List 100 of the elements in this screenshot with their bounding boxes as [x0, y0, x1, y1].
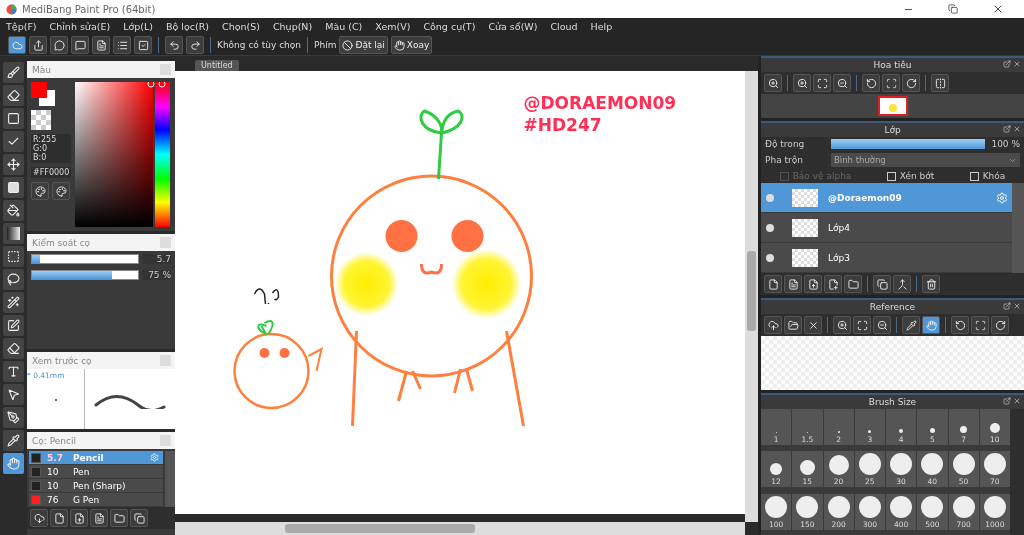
- brush-item[interactable]: 10 Pen: [29, 465, 163, 479]
- visibility-icon[interactable]: [766, 253, 774, 262]
- wand-tool[interactable]: [3, 292, 24, 313]
- fit-icon[interactable]: [853, 316, 871, 334]
- rect-tool[interactable]: [3, 108, 24, 129]
- zoom-out-icon[interactable]: [873, 316, 891, 334]
- eraser-tool[interactable]: [3, 85, 24, 106]
- menu-item[interactable]: Bộ lọc(R): [165, 21, 209, 32]
- share-icon[interactable]: [29, 36, 47, 54]
- menu-item[interactable]: Lớp(L): [123, 21, 153, 32]
- download-icon[interactable]: [30, 509, 48, 527]
- close-icon[interactable]: [992, 3, 1004, 15]
- brush-item[interactable]: 5.7 Pencil: [29, 451, 163, 465]
- restore-icon[interactable]: [948, 4, 958, 14]
- menu-item[interactable]: Xem(V): [375, 21, 411, 32]
- brush-tool[interactable]: [3, 62, 24, 83]
- checklist-icon[interactable]: [134, 36, 152, 54]
- selecteraser-tool[interactable]: [3, 338, 24, 359]
- undo-icon[interactable]: [165, 36, 183, 54]
- layer-row[interactable]: Lớp4: [761, 213, 1012, 243]
- folder-icon[interactable]: [110, 509, 128, 527]
- comment-icon[interactable]: [71, 36, 89, 54]
- menu-item[interactable]: Help: [590, 21, 613, 32]
- rotate-right-icon[interactable]: [902, 74, 920, 92]
- slider-track[interactable]: [31, 254, 139, 264]
- list-icon[interactable]: [113, 36, 131, 54]
- blend-dropdown[interactable]: Bình thường: [831, 153, 1020, 167]
- zoom-icon[interactable]: [764, 74, 782, 92]
- popout-icon[interactable]: [1003, 125, 1011, 133]
- move-tool[interactable]: [3, 154, 24, 175]
- reset-button[interactable]: Đặt lại: [339, 36, 388, 54]
- vertical-scrollbar[interactable]: [745, 71, 758, 522]
- scrollbar[interactable]: [1012, 183, 1024, 273]
- lasso-tool[interactable]: [3, 269, 24, 290]
- menu-item[interactable]: Cloud: [550, 21, 578, 32]
- select-tool[interactable]: [3, 246, 24, 267]
- file-icon[interactable]: [50, 509, 68, 527]
- add-file-icon[interactable]: [70, 509, 88, 527]
- menu-item[interactable]: Tệp(F): [6, 21, 37, 32]
- scrollbar[interactable]: [165, 451, 175, 507]
- document-icon[interactable]: [90, 509, 108, 527]
- popout-icon[interactable]: [1003, 60, 1011, 68]
- document-tab[interactable]: Untitled: [195, 60, 239, 71]
- frame-icon[interactable]: [882, 74, 900, 92]
- horizontal-scrollbar[interactable]: [175, 522, 745, 535]
- palette-settings-button[interactable]: [52, 182, 70, 200]
- folder-icon[interactable]: [844, 275, 862, 293]
- rotate-left-icon[interactable]: [862, 74, 880, 92]
- settings-icon[interactable]: [996, 191, 1008, 204]
- pen-tool[interactable]: [3, 407, 24, 428]
- upload-icon[interactable]: [764, 316, 782, 334]
- popout-icon[interactable]: [1003, 302, 1011, 310]
- menu-item[interactable]: Chỉnh sửa(E): [49, 21, 111, 32]
- visibility-icon[interactable]: [766, 223, 774, 232]
- palette-button[interactable]: [31, 182, 49, 200]
- hand-icon[interactable]: [922, 316, 940, 334]
- file-up-icon[interactable]: [804, 275, 822, 293]
- folder-icon[interactable]: [784, 316, 802, 334]
- layer-row[interactable]: @Doraemon09: [761, 183, 1012, 213]
- flip-icon[interactable]: [931, 74, 949, 92]
- rotate-left-icon[interactable]: [951, 316, 969, 334]
- gradient-tool[interactable]: [3, 223, 24, 244]
- add-file-icon[interactable]: [824, 275, 842, 293]
- brush-item[interactable]: 10 Pen (Sharp): [29, 479, 163, 493]
- menu-item[interactable]: Chọn(S): [222, 21, 260, 32]
- speech-bubble-icon[interactable]: [50, 36, 68, 54]
- file-icon[interactable]: [764, 275, 782, 293]
- cloud-icon[interactable]: [8, 36, 26, 54]
- trash-icon[interactable]: [922, 275, 940, 293]
- line-tool[interactable]: [3, 131, 24, 152]
- pointer-tool[interactable]: [3, 384, 24, 405]
- bucket-tool[interactable]: [3, 200, 24, 221]
- color-picker-drawing[interactable]: [75, 82, 171, 227]
- text-tool[interactable]: [3, 361, 24, 382]
- popout-icon[interactable]: [1003, 397, 1011, 405]
- zoom-in-icon[interactable]: [793, 74, 811, 92]
- fit-icon[interactable]: [813, 74, 831, 92]
- menu-item[interactable]: Màu (C): [325, 21, 363, 32]
- document-icon[interactable]: [784, 275, 802, 293]
- eyedropper-icon[interactable]: [902, 316, 920, 334]
- menu-item[interactable]: Cửa sổ(W): [488, 21, 538, 32]
- close-icon[interactable]: [804, 316, 822, 334]
- copy-icon[interactable]: [873, 275, 891, 293]
- layer-row[interactable]: Lớp3: [761, 243, 1012, 273]
- menu-item[interactable]: Công cụ(T): [423, 21, 476, 32]
- redo-icon[interactable]: [186, 36, 204, 54]
- merge-icon[interactable]: [893, 275, 911, 293]
- rotate-button[interactable]: Xoay: [390, 36, 433, 54]
- frame-icon[interactable]: [971, 316, 989, 334]
- document-icon[interactable]: [92, 36, 110, 54]
- zoom-in-icon[interactable]: [833, 316, 851, 334]
- selectpen-tool[interactable]: [3, 315, 24, 336]
- fill-tool[interactable]: [3, 177, 24, 198]
- zoom-out-icon[interactable]: [833, 74, 851, 92]
- menu-item[interactable]: Chụp(N): [272, 21, 313, 32]
- hand-tool[interactable]: [3, 453, 24, 474]
- brush-item[interactable]: 76 G Pen: [29, 493, 163, 507]
- slider-track[interactable]: [31, 270, 139, 280]
- rotate-right-icon[interactable]: [991, 316, 1009, 334]
- copy-icon[interactable]: [130, 509, 148, 527]
